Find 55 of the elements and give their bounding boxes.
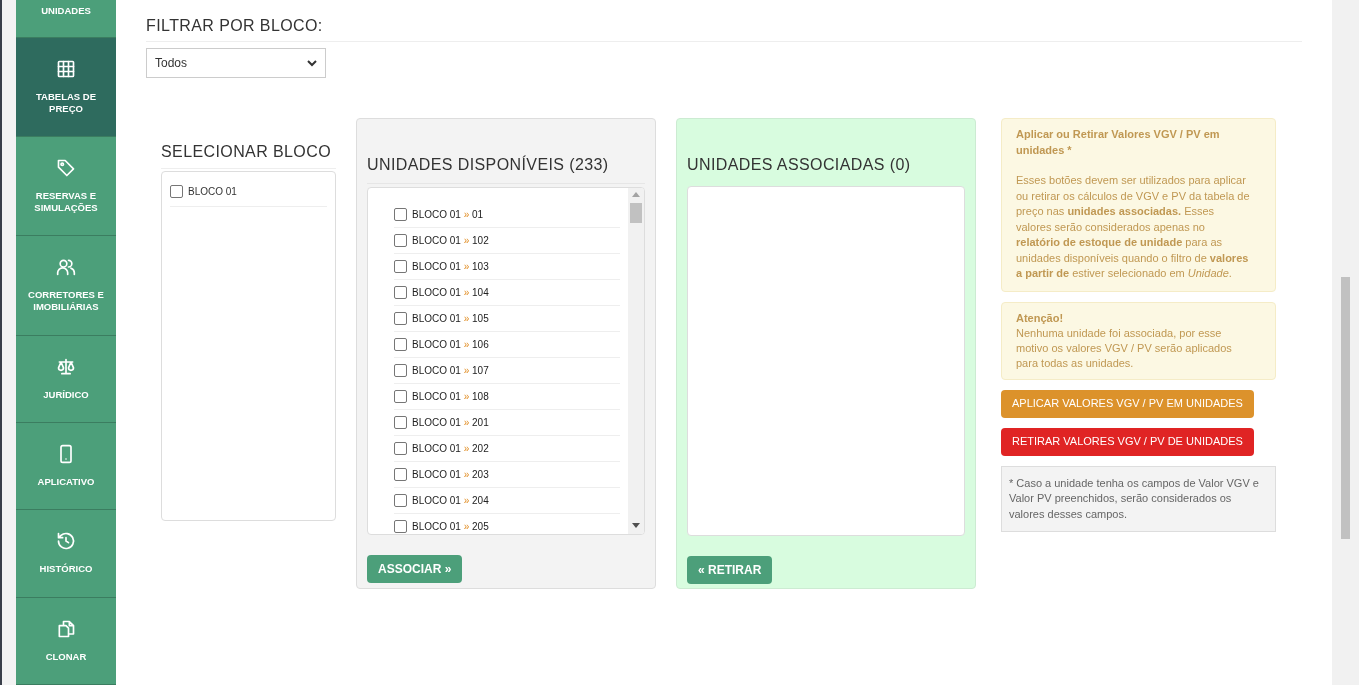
info-text: Esses botões devem ser utilizados para aplicar ou retirar os cálculos de VGV e PV da tabela de preço nas unidades associadas. Esses valores serão considerados apenas no relatório de estoque de unidade para as unidades disponíveis quando o filtro de valores a partir de estiver selecionado em Unidade. <box>1016 173 1251 281</box>
checkbox[interactable] <box>394 416 407 429</box>
copy-icon <box>56 618 76 639</box>
unit-label: BLOCO 01 » 205 <box>412 520 489 534</box>
unit-label: BLOCO 01 » 202 <box>412 442 489 456</box>
unit-label: BLOCO 01 » 107 <box>412 364 489 378</box>
checkbox[interactable] <box>394 338 407 351</box>
tag-icon <box>56 158 76 179</box>
grid-icon <box>56 58 76 79</box>
unit-label: BLOCO 01 » 106 <box>412 338 489 352</box>
scrollbar-thumb[interactable] <box>630 203 642 223</box>
scrollbar[interactable] <box>628 188 644 534</box>
checkbox[interactable] <box>394 208 407 221</box>
unit-label: BLOCO 01 » 102 <box>412 234 489 248</box>
users-icon <box>56 257 76 278</box>
unit-label: BLOCO 01 » 105 <box>412 312 489 326</box>
unit-label: BLOCO 01 » 203 <box>412 468 489 482</box>
checkbox[interactable] <box>394 234 407 247</box>
page-scrollbar-thumb[interactable] <box>1341 277 1350 539</box>
checkbox[interactable] <box>170 185 183 198</box>
unit-label: BLOCO 01 » 108 <box>412 390 489 404</box>
unit-label: BLOCO 01 » 201 <box>412 416 489 430</box>
checkbox[interactable] <box>394 286 407 299</box>
unit-label: BLOCO 01 » 204 <box>412 494 489 508</box>
block-filter-select[interactable]: Todos <box>146 48 326 78</box>
warning-text: Nenhuma unidade foi associada, por esse motivo os valores VGV / PV serão aplicados para todas as unidades. <box>1016 325 1233 371</box>
unit-label: BLOCO 01 » 01 <box>412 208 484 222</box>
checkbox[interactable] <box>394 520 407 533</box>
note-panel: * Caso a unidade tenha os campos de Valor VGV e Valor PV preenchidos, serão considerados os valores desses campos. <box>1001 465 1276 532</box>
unit-label: BLOCO 01 » 104 <box>412 286 489 300</box>
history-icon <box>56 531 76 552</box>
section-title: SELECIONAR BLOCO <box>161 140 336 169</box>
remove-button[interactable]: « RETIRAR <box>687 556 773 584</box>
scales-icon <box>56 356 76 377</box>
page-scrollbar[interactable] <box>1332 0 1359 685</box>
section-title: UNIDADES DISPONÍVEIS (233) <box>367 153 645 184</box>
apply-values-button[interactable]: APLICAR VALORES VGV / PV EM UNIDADES <box>1001 389 1254 418</box>
section-title: UNIDADES ASSOCIADAS (0) <box>687 155 912 175</box>
checkbox[interactable] <box>394 442 407 455</box>
filter-title: FILTRAR POR BLOCO: <box>146 14 1302 42</box>
scroll-down-icon[interactable] <box>632 523 640 528</box>
checkbox[interactable] <box>394 312 407 325</box>
checkbox[interactable] <box>394 390 407 403</box>
sidebar-item[interactable]: TABELAS DE PREÇO <box>16 37 116 138</box>
remove-values-button[interactable]: RETIRAR VALORES VGV / PV DE UNIDADES <box>1001 427 1254 456</box>
warning-title: Atenção! <box>1016 310 1065 326</box>
unit-label: BLOCO 01 » 103 <box>412 260 489 274</box>
checkbox[interactable] <box>394 494 407 507</box>
checkbox[interactable] <box>394 364 407 377</box>
block-label: BLOCO 01 <box>188 185 237 199</box>
checkbox[interactable] <box>394 468 407 481</box>
chevron-down-icon <box>307 59 317 67</box>
checkbox[interactable] <box>394 260 407 273</box>
info-title: Aplicar ou Retirar Valores VGV / PV em unidades * <box>1016 127 1221 158</box>
associate-button[interactable]: ASSOCIAR » <box>367 555 463 583</box>
